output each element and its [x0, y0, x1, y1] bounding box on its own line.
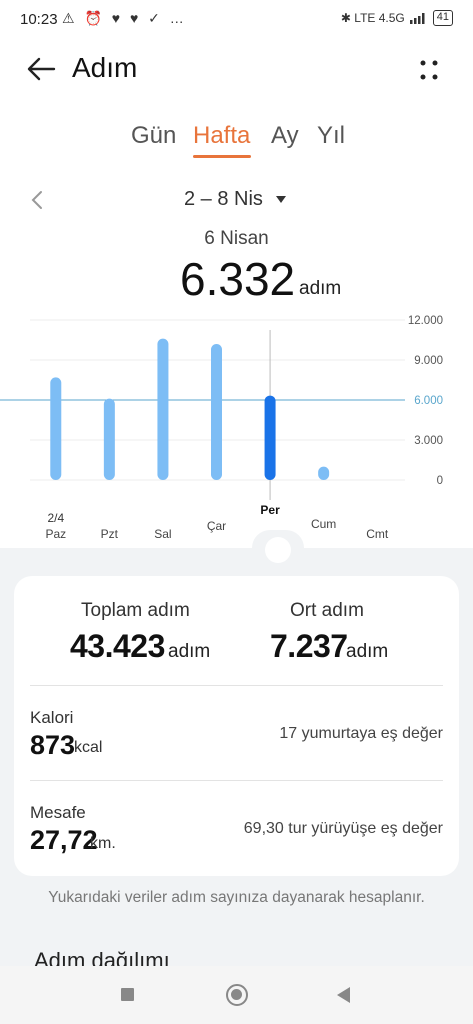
y-tick-label: 9.000: [414, 355, 443, 367]
week-range-selector[interactable]: 2 – 8 Nis: [184, 188, 263, 211]
x-tick-label: Paz: [45, 527, 66, 541]
x-tick-label: Pzt: [101, 527, 119, 541]
battery-icon: 41: [432, 10, 453, 26]
total-steps-unit: adım: [168, 641, 211, 662]
y-tick-label: 6.000: [414, 395, 443, 407]
avg-steps-label: Ort adım: [290, 600, 364, 621]
signal-icons: ✱ LTE 4.5G: [340, 11, 405, 25]
divider: [30, 685, 443, 686]
bar: [157, 338, 169, 480]
avg-steps-value: 7.237: [270, 628, 348, 664]
y-tick-label: 12.000: [408, 315, 443, 327]
top-panel: 10:23 ⚠ ⏰ ♥ ♥ ✓ … ✱ LTE 4.5G 41 Adım Gün…: [0, 0, 473, 548]
calories-label: Kalori: [30, 708, 74, 727]
distance-equivalent: 69,30 tur yürüyüşe eş değer: [243, 820, 443, 837]
divider: [30, 780, 443, 781]
home-icon[interactable]: [226, 984, 248, 1006]
distance-unit: km.: [90, 835, 116, 852]
period-tabs: Gün Hafta Ay Yıl: [0, 122, 473, 162]
bar: [211, 344, 222, 480]
calories-value: 873: [30, 730, 76, 760]
tab-year[interactable]: Yıl: [317, 122, 345, 150]
data-note: Yukarıdaki veriler adım sayınıza dayanar…: [48, 889, 425, 906]
calories-equivalent: 17 yumurtaya eş değer: [279, 725, 443, 742]
page-title: Adım: [72, 52, 138, 83]
weekly-steps-chart[interactable]: 12.000 9.000 6.000 3.000 0 2/4 Paz Pzt Sal Çar Per…: [0, 300, 473, 550]
avg-steps-unit: adım: [346, 641, 389, 662]
selected-date: 6 Nisan: [204, 228, 269, 249]
selected-steps-unit: adım: [299, 278, 342, 299]
previous-week-icon[interactable]: [29, 190, 45, 210]
bar: [50, 377, 62, 480]
active-tab-indicator: [193, 155, 251, 158]
total-steps-label: Toplam adım: [81, 600, 190, 621]
selected-steps-value: 6.332: [180, 253, 296, 305]
summary-card: Toplam adım 43.423 adım Ort adım 7.237 a…: [14, 576, 459, 876]
system-nav-bar: [0, 966, 473, 1024]
x-tick-label: Cmt: [366, 527, 389, 541]
bar: [103, 398, 115, 480]
total-steps-value: 43.423: [70, 628, 165, 664]
tab-month[interactable]: Ay: [271, 122, 299, 150]
bar: [318, 466, 330, 480]
bar: [264, 395, 276, 480]
status-time: 10:23: [20, 11, 58, 28]
signal-bars-icon: [409, 13, 425, 24]
x-tick-date: 2/4: [47, 511, 64, 525]
chart-pointer-dot: [265, 537, 291, 563]
status-bar: 10:23 ⚠ ⏰ ♥ ♥ ✓ … ✱ LTE 4.5G 41: [0, 0, 473, 42]
nav-back-icon[interactable]: [337, 987, 350, 1003]
x-tick-label: Per: [260, 503, 280, 517]
distance-label: Mesafe: [30, 803, 86, 822]
y-tick-label: 0: [437, 475, 443, 487]
y-tick-label: 3.000: [414, 435, 443, 447]
back-arrow-icon[interactable]: [24, 54, 58, 84]
recent-apps-icon[interactable]: [121, 988, 134, 1001]
dropdown-caret-icon[interactable]: [276, 196, 286, 203]
distance-value: 27,72: [30, 825, 98, 855]
x-tick-label: Cum: [311, 517, 336, 531]
x-tick-label: Çar: [207, 519, 226, 533]
status-right: ✱ LTE 4.5G 41: [341, 10, 453, 26]
tab-day[interactable]: Gün: [131, 122, 176, 150]
tab-week[interactable]: Hafta: [193, 122, 250, 150]
more-options-icon[interactable]: [414, 55, 444, 85]
calories-unit: kcal: [74, 739, 103, 756]
x-tick-label: Sal: [154, 527, 171, 541]
notification-icons: ⚠ ⏰ ♥ ♥ ✓ …: [62, 10, 187, 26]
